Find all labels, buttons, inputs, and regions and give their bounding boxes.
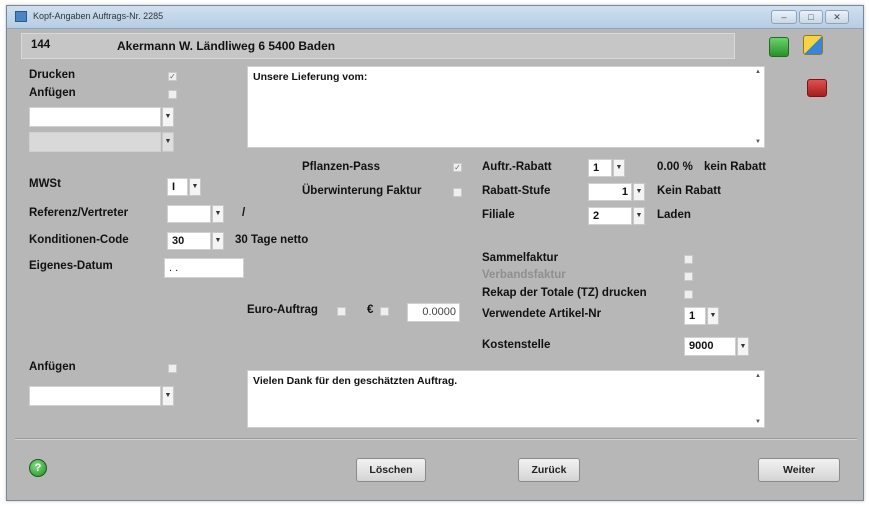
dialog-window: Kopf-Angaben Auftrags-Nr. 2285 – □ ✕ 144… [6, 5, 864, 501]
rabatt-stufe-text: Kein Rabatt [657, 185, 721, 197]
chevron-down-icon[interactable]: ▼ [212, 232, 224, 250]
anfuegen-select[interactable] [29, 107, 161, 127]
chevron-down-icon[interactable]: ▼ [212, 205, 224, 223]
konditionen-label: Konditionen-Code [29, 234, 129, 246]
filiale-text: Laden [657, 209, 691, 221]
footer-memo[interactable]: Vielen Dank für den geschätzten Auftrag.… [247, 370, 765, 428]
app-icon [15, 11, 27, 22]
drucken-label: Drucken [29, 69, 76, 81]
header-memo-text: Unsere Lieferung vom: [253, 71, 368, 83]
filiale-label: Filiale [482, 209, 515, 221]
verbandsfaktur-checkbox [684, 272, 693, 281]
chevron-down-icon[interactable]: ▼ [189, 178, 201, 196]
pflanzen-pass-label: Pflanzen-Pass [302, 161, 380, 173]
anfuegen2-label: Anfügen [29, 361, 76, 373]
footer-memo-text: Vielen Dank für den geschätzten Auftrag. [253, 375, 458, 387]
eigenes-datum-label: Eigenes-Datum [29, 260, 113, 272]
referenz-label: Referenz/Vertreter [29, 207, 129, 219]
green-folder-icon[interactable] [769, 37, 789, 57]
mwst-select[interactable]: I [167, 178, 188, 196]
referenz-select[interactable] [167, 205, 211, 223]
window-title: Kopf-Angaben Auftrags-Nr. 2285 [33, 11, 164, 21]
ueberwinterung-checkbox[interactable] [453, 188, 462, 197]
auftr-rabatt-text: kein Rabatt [704, 161, 766, 173]
verbandsfaktur-label: Verbandsfaktur [482, 269, 566, 281]
pflanzen-pass-checkbox[interactable]: ✓ [453, 163, 462, 172]
chevron-down-icon[interactable]: ▼ [613, 159, 625, 177]
artikel-nr-select[interactable]: 1 [684, 307, 706, 325]
chevron-down-icon[interactable]: ▼ [737, 337, 749, 356]
title-bar: Kopf-Angaben Auftrags-Nr. 2285 – □ ✕ [7, 6, 863, 29]
rabatt-stufe-label: Rabatt-Stufe [482, 185, 551, 197]
order-number: 144 [31, 39, 51, 51]
auftr-rabatt-label: Auftr.-Rabatt [482, 161, 552, 173]
filiale-select[interactable]: 2 [588, 207, 632, 225]
chevron-down-icon[interactable]: ▼ [707, 307, 719, 325]
chevron-down-icon[interactable]: ▼ [633, 183, 645, 201]
anfuegen-checkbox[interactable] [168, 90, 177, 99]
sammelfaktur-label: Sammelfaktur [482, 252, 559, 264]
konditionen-select[interactable]: 30 [167, 232, 211, 250]
scroll-up-icon[interactable]: ▲ [754, 373, 762, 379]
artikel-nr-label: Verwendete Artikel-Nr [482, 308, 602, 320]
scroll-down-icon[interactable]: ▼ [754, 419, 762, 425]
scroll-down-icon[interactable]: ▼ [754, 139, 762, 145]
ueberwinterung-label: Überwinterung Faktur [302, 185, 422, 197]
konditionen-text: 30 Tage netto [235, 234, 309, 246]
eigenes-datum-input[interactable]: . . [164, 258, 244, 278]
loeschen-button[interactable]: Löschen [356, 458, 426, 482]
sammelfaktur-checkbox[interactable] [684, 255, 693, 264]
mwst-label: MWSt [29, 178, 61, 190]
auftr-rabatt-percent: 0.00 % [657, 161, 693, 173]
rekap-checkbox[interactable] [684, 290, 693, 299]
rabatt-stufe-select[interactable]: 1 [588, 183, 632, 201]
euro-value-input[interactable]: 0.0000 [407, 303, 460, 322]
footer-separator [15, 438, 857, 440]
weiter-button[interactable]: Weiter [758, 458, 840, 482]
anfuegen2-checkbox[interactable] [168, 364, 177, 373]
chevron-down-icon[interactable]: ▼ [162, 386, 174, 406]
chevron-down-icon: ▼ [162, 132, 174, 152]
help-icon[interactable]: ? [29, 459, 47, 477]
anfuegen-label: Anfügen [29, 87, 76, 99]
red-box-icon[interactable] [807, 79, 827, 97]
drucken-checkbox[interactable]: ✓ [168, 72, 177, 81]
euro-auftrag-checkbox[interactable] [337, 307, 346, 316]
copy-icon[interactable] [803, 35, 823, 55]
euro-checkbox[interactable] [380, 307, 389, 316]
kostenstelle-select[interactable]: 9000 [684, 337, 736, 356]
chevron-down-icon[interactable]: ▼ [162, 107, 174, 127]
euro-symbol: € [367, 304, 374, 316]
zurueck-button[interactable]: Zurück [518, 458, 580, 482]
customer-address: Akermann W. Ländliweg 6 5400 Baden [117, 39, 336, 53]
referenz-slash: / [242, 207, 246, 219]
header-memo[interactable]: Unsere Lieferung vom: ▲ ▼ [247, 66, 765, 148]
maximize-icon[interactable]: □ [799, 10, 823, 24]
scroll-up-icon[interactable]: ▲ [754, 69, 762, 75]
anfuegen2-select[interactable] [29, 386, 161, 406]
rekap-label: Rekap der Totale (TZ) drucken [482, 287, 647, 299]
kostenstelle-label: Kostenstelle [482, 339, 551, 351]
minimize-icon[interactable]: – [771, 10, 797, 24]
secondary-select [29, 132, 161, 152]
close-icon[interactable]: ✕ [825, 10, 849, 24]
chevron-down-icon[interactable]: ▼ [633, 207, 645, 225]
auftr-rabatt-select[interactable]: 1 [588, 159, 612, 177]
euro-auftrag-label: Euro-Auftrag [247, 304, 318, 316]
